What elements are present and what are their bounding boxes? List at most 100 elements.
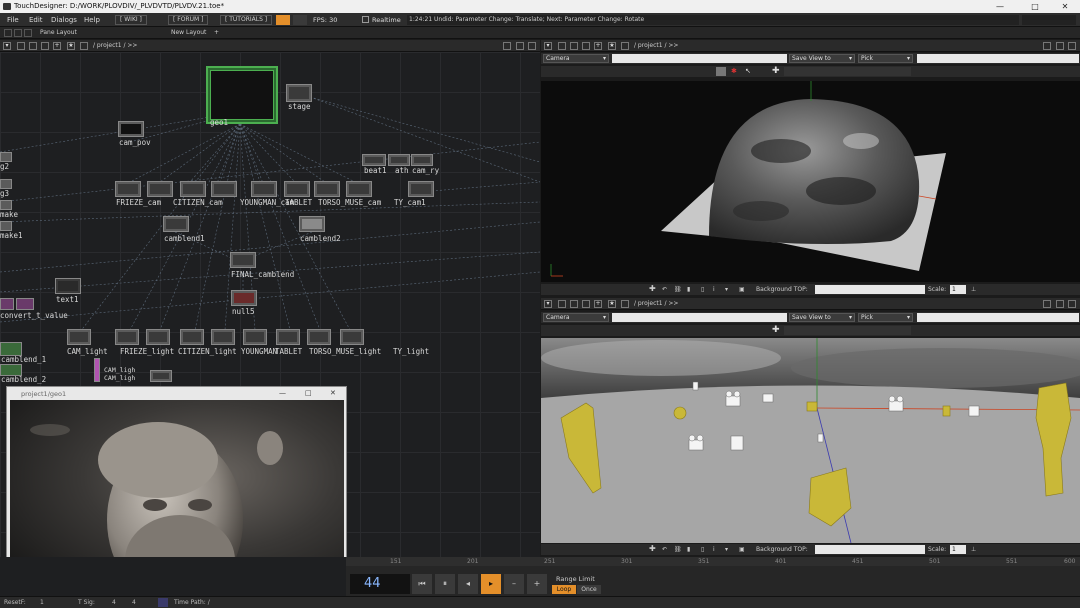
node-cam-pov[interactable]: [118, 121, 144, 137]
bottom-viewer-home-icon[interactable]: [570, 300, 578, 308]
bottom-add-icon[interactable]: ✚: [649, 544, 656, 553]
step-plus-button[interactable]: +: [527, 574, 547, 594]
perform-mode-button[interactable]: [276, 15, 290, 25]
node-final-camblend[interactable]: [230, 252, 256, 268]
realtime-checkbox[interactable]: [362, 16, 369, 23]
bottom-bg-field[interactable]: [815, 545, 925, 554]
top-bg-field[interactable]: [815, 285, 925, 294]
node-edge-1[interactable]: [0, 152, 12, 162]
node-camblend-1[interactable]: [0, 342, 22, 356]
pane-max-icon[interactable]: [516, 42, 524, 50]
stop-icon[interactable]: [17, 42, 25, 50]
add-icon[interactable]: +: [53, 42, 61, 50]
bottom-move-icon[interactable]: ✚: [772, 325, 780, 335]
top-link-icon[interactable]: ⛓: [674, 286, 682, 293]
current-frame[interactable]: 44: [350, 574, 410, 594]
add-layout-button[interactable]: +: [214, 29, 219, 36]
loop-button[interactable]: Loop: [552, 585, 576, 594]
top-down-icon[interactable]: ▾: [725, 286, 728, 293]
bottom-camera-field[interactable]: [612, 313, 787, 322]
node-cam-light[interactable]: [67, 329, 91, 345]
bottom-viewer-max-icon[interactable]: [1056, 300, 1064, 308]
top-scale-slider-icon[interactable]: ⊥: [971, 286, 976, 293]
edit-mode-button[interactable]: [293, 15, 307, 25]
top-3d-viewport[interactable]: [541, 81, 1080, 282]
bottom-undo-icon[interactable]: ↶: [662, 546, 667, 553]
bottom-save-view-dropdown[interactable]: Save View to ▾: [789, 313, 855, 322]
top-viewer-home2-icon[interactable]: [621, 42, 629, 50]
pane-icon-2[interactable]: [14, 29, 22, 37]
node-camblend2[interactable]: [299, 216, 325, 232]
tsig-a[interactable]: 4: [112, 599, 116, 606]
network-menu-icon[interactable]: ▾: [3, 42, 11, 50]
top-viewer-star-icon[interactable]: ★: [608, 42, 616, 50]
bottom-viewer-stop-icon[interactable]: [558, 300, 566, 308]
menu-file[interactable]: File: [7, 16, 19, 24]
geo1-minimize-button[interactable]: —: [279, 389, 286, 397]
node-torso-cam-2[interactable]: [346, 181, 372, 197]
node-citizen-light[interactable]: [180, 329, 204, 345]
reset-value[interactable]: 1: [40, 599, 44, 606]
node-torso-light[interactable]: [307, 329, 331, 345]
bottom-scale-slider-icon[interactable]: ⊥: [971, 546, 976, 553]
top-add-icon[interactable]: ✚: [649, 284, 656, 293]
tsig-b[interactable]: 4: [132, 599, 136, 606]
node-merge[interactable]: [94, 358, 100, 382]
bottom-viewer-add-icon[interactable]: +: [594, 300, 602, 308]
menu-edit[interactable]: Edit: [29, 16, 43, 24]
wiki-link[interactable]: [ WIKI ]: [115, 15, 147, 25]
bottom-sel-field[interactable]: [784, 326, 911, 335]
pane-split-icon[interactable]: [503, 42, 511, 50]
menu-dialogs[interactable]: Dialogs: [51, 16, 77, 24]
close-button[interactable]: ✕: [1050, 0, 1080, 13]
bottom-down-icon[interactable]: ▾: [725, 546, 728, 553]
top-viewer-home-icon[interactable]: [570, 42, 578, 50]
node-tablet-light[interactable]: [276, 329, 300, 345]
node-convert-2[interactable]: [16, 298, 34, 310]
bottom-viewer-path[interactable]: / project1 / >>: [634, 300, 678, 307]
bottom-viewer-menu-icon[interactable]: ▾: [544, 300, 552, 308]
node-young-light[interactable]: [211, 329, 235, 345]
bottom-3d-viewport[interactable]: [541, 338, 1080, 543]
node-light-out[interactable]: [150, 370, 172, 382]
node-youngman-cam-2[interactable]: [251, 181, 277, 197]
bottom-pick-dropdown[interactable]: Pick ▾: [858, 313, 913, 322]
timeline-ruler[interactable]: 151 201 251 301 351 401 451 501 551 600: [346, 557, 1080, 566]
bottom-camera-dropdown[interactable]: Camera ▾: [543, 313, 609, 322]
pane-close-icon[interactable]: [528, 42, 536, 50]
node-youngman-cam[interactable]: [211, 181, 237, 197]
node-ath[interactable]: [388, 154, 410, 166]
top-undo-icon[interactable]: ↶: [662, 286, 667, 293]
node-null5[interactable]: [231, 290, 257, 306]
top-viewer-menu-icon[interactable]: ▾: [544, 42, 552, 50]
top-viewer-max-icon[interactable]: [1056, 42, 1064, 50]
new-layout-button[interactable]: New Layout: [171, 29, 206, 36]
top-scale-input[interactable]: 1: [950, 285, 966, 294]
bottom-info-icon[interactable]: i: [713, 546, 715, 553]
top-viewer-split-icon[interactable]: [1043, 42, 1051, 50]
node-frieze-cam[interactable]: [115, 181, 141, 197]
top-viewer-back-icon[interactable]: [582, 42, 590, 50]
top-camera-field[interactable]: [612, 54, 787, 63]
step-minus-button[interactable]: –: [504, 574, 524, 594]
node-citizen-light-a[interactable]: [146, 329, 170, 345]
bottom-viewer-home2-icon[interactable]: [621, 300, 629, 308]
node-geo1[interactable]: [206, 66, 278, 124]
back-icon[interactable]: [41, 42, 49, 50]
bottom-pick-field[interactable]: [917, 313, 1079, 322]
home-icon[interactable]: [29, 42, 37, 50]
top-viewer-close-icon[interactable]: [1068, 42, 1076, 50]
time-path-icon[interactable]: [158, 598, 168, 607]
top-camera-dropdown[interactable]: Camera ▾: [543, 54, 609, 63]
pause-button[interactable]: ⏸: [435, 574, 455, 594]
top-viewer-stop-icon[interactable]: [558, 42, 566, 50]
minimize-button[interactable]: —: [985, 0, 1015, 13]
node-tablet-cam[interactable]: [284, 181, 310, 197]
menu-help[interactable]: Help: [84, 16, 100, 24]
bottom-camera-icon[interactable]: ▣: [739, 546, 745, 553]
top-pick-field[interactable]: [917, 54, 1079, 63]
pane-icon[interactable]: [4, 29, 12, 37]
top-viewer-add-icon[interactable]: +: [594, 42, 602, 50]
goto-start-button[interactable]: ⏮: [412, 574, 432, 594]
network-path[interactable]: / project1 / >>: [93, 42, 137, 49]
